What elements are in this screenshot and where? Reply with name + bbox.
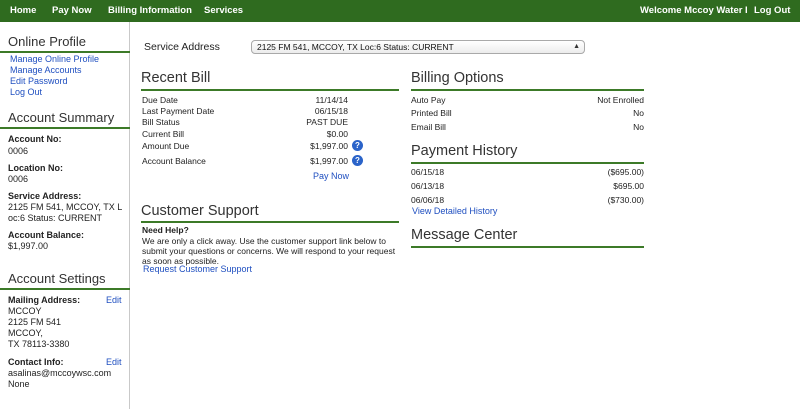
message-center-heading: Message Center bbox=[411, 227, 518, 243]
last-payment-date-value: 06/15/18 bbox=[314, 106, 348, 116]
account-balance-row-label: Account Balance bbox=[142, 156, 206, 166]
online-profile-divider bbox=[0, 51, 130, 53]
account-no-label: Account No: bbox=[8, 134, 62, 144]
sidebar: Online Profile Manage Online Profile Man… bbox=[0, 22, 130, 409]
mailing-address-line: 2125 FM 541 bbox=[8, 317, 62, 327]
account-balance-label: Account Balance: bbox=[8, 230, 85, 240]
nav-billing-information[interactable]: Billing Information bbox=[108, 5, 192, 16]
nav-log-out[interactable]: Log Out bbox=[754, 5, 790, 16]
nav-services[interactable]: Services bbox=[204, 5, 243, 16]
contact-info-label: Contact Info: bbox=[8, 357, 64, 367]
service-address-label: Service Address: bbox=[8, 191, 82, 201]
printed-bill-value: No bbox=[633, 108, 644, 118]
current-bill-value: $0.00 bbox=[326, 129, 348, 139]
printed-bill-label: Printed Bill bbox=[411, 108, 452, 118]
payment-date: 06/15/18 bbox=[411, 167, 445, 177]
account-summary-heading: Account Summary bbox=[8, 110, 115, 125]
updown-arrow-icon: ▲ bbox=[573, 43, 580, 50]
customer-support-divider bbox=[141, 221, 399, 223]
mailing-address-edit-link[interactable]: Edit bbox=[106, 295, 122, 305]
account-settings-divider bbox=[0, 288, 130, 290]
contact-phone: None bbox=[8, 379, 30, 389]
recent-bill-divider bbox=[141, 89, 399, 91]
amount-due-label: Amount Due bbox=[142, 141, 190, 151]
service-address-dropdown[interactable]: 2125 FM 541, MCCOY, TX Loc:6 Status: CUR… bbox=[251, 40, 585, 54]
account-balance-row-value: $1,997.00 bbox=[310, 156, 348, 166]
mailing-address-line: TX 78113-3380 bbox=[8, 339, 70, 349]
account-balance-value: $1,997.00 bbox=[8, 241, 49, 251]
mailing-address-label: Mailing Address: bbox=[8, 295, 81, 305]
location-no-value: 0006 bbox=[8, 174, 29, 184]
request-customer-support-link[interactable]: Request Customer Support bbox=[143, 264, 252, 274]
payment-date: 06/06/18 bbox=[411, 195, 445, 205]
last-payment-date-label: Last Payment Date bbox=[142, 106, 215, 116]
amount-due-value: $1,997.00 bbox=[310, 141, 348, 151]
manage-accounts-link[interactable]: Manage Accounts bbox=[10, 65, 82, 75]
nav-home[interactable]: Home bbox=[10, 5, 36, 16]
pay-now-link[interactable]: Pay Now bbox=[313, 171, 349, 181]
sidebar-log-out-link[interactable]: Log Out bbox=[10, 87, 42, 97]
welcome-user-link[interactable]: Welcome Mccoy Water I bbox=[640, 5, 748, 16]
bill-status-value: PAST DUE bbox=[306, 117, 348, 127]
billing-options-heading: Billing Options bbox=[411, 70, 504, 86]
billing-options-divider bbox=[411, 89, 644, 91]
payment-date: 06/13/18 bbox=[411, 181, 445, 191]
edit-password-link[interactable]: Edit Password bbox=[10, 76, 68, 86]
payment-history-heading: Payment History bbox=[411, 143, 518, 159]
email-bill-value: No bbox=[633, 122, 644, 132]
top-nav-bar: Home Pay Now Billing Information Service… bbox=[0, 0, 800, 22]
payment-amount: ($695.00) bbox=[607, 167, 644, 177]
view-detailed-history-link[interactable]: View Detailed History bbox=[412, 206, 497, 216]
payment-amount: ($730.00) bbox=[607, 195, 644, 205]
auto-pay-value: Not Enrolled bbox=[597, 95, 644, 105]
due-date-value: 11/14/14 bbox=[315, 95, 348, 105]
location-no-label: Location No: bbox=[8, 163, 63, 173]
online-profile-heading: Online Profile bbox=[8, 34, 87, 49]
contact-email: asalinas@mccoywsc.com bbox=[8, 368, 112, 378]
service-address-selected-value: 2125 FM 541, MCCOY, TX Loc:6 Status: CUR… bbox=[257, 42, 454, 52]
bill-status-label: Bill Status bbox=[142, 117, 180, 127]
nav-pay-now[interactable]: Pay Now bbox=[52, 5, 92, 16]
help-question-icon[interactable]: ? bbox=[352, 140, 363, 151]
current-bill-label: Current Bill bbox=[142, 129, 185, 139]
recent-bill-heading: Recent Bill bbox=[141, 70, 211, 86]
support-description: We are only a click away. Use the custom… bbox=[142, 236, 396, 266]
customer-support-heading: Customer Support bbox=[141, 203, 259, 219]
payment-amount: $695.00 bbox=[613, 181, 644, 191]
need-help-label: Need Help? bbox=[142, 225, 189, 235]
message-center-divider bbox=[411, 246, 644, 248]
mailing-address-line: MCCOY, bbox=[8, 328, 43, 338]
service-address-line2: oc:6 Status: CURRENT bbox=[8, 213, 103, 223]
manage-online-profile-link[interactable]: Manage Online Profile bbox=[10, 54, 99, 64]
account-no-value: 0006 bbox=[8, 146, 29, 156]
due-date-label: Due Date bbox=[142, 95, 178, 105]
account-settings-heading: Account Settings bbox=[8, 271, 106, 286]
contact-info-edit-link[interactable]: Edit bbox=[106, 357, 122, 367]
auto-pay-label: Auto Pay bbox=[411, 95, 446, 105]
help-question-icon[interactable]: ? bbox=[352, 155, 363, 166]
payment-history-divider bbox=[411, 162, 644, 164]
email-bill-label: Email Bill bbox=[411, 122, 446, 132]
mailing-address-line: MCCOY bbox=[8, 306, 42, 316]
service-address-line1: 2125 FM 541, MCCOY, TX L bbox=[8, 202, 123, 212]
service-address-select-label: Service Address bbox=[144, 41, 220, 53]
account-summary-divider bbox=[0, 127, 130, 129]
